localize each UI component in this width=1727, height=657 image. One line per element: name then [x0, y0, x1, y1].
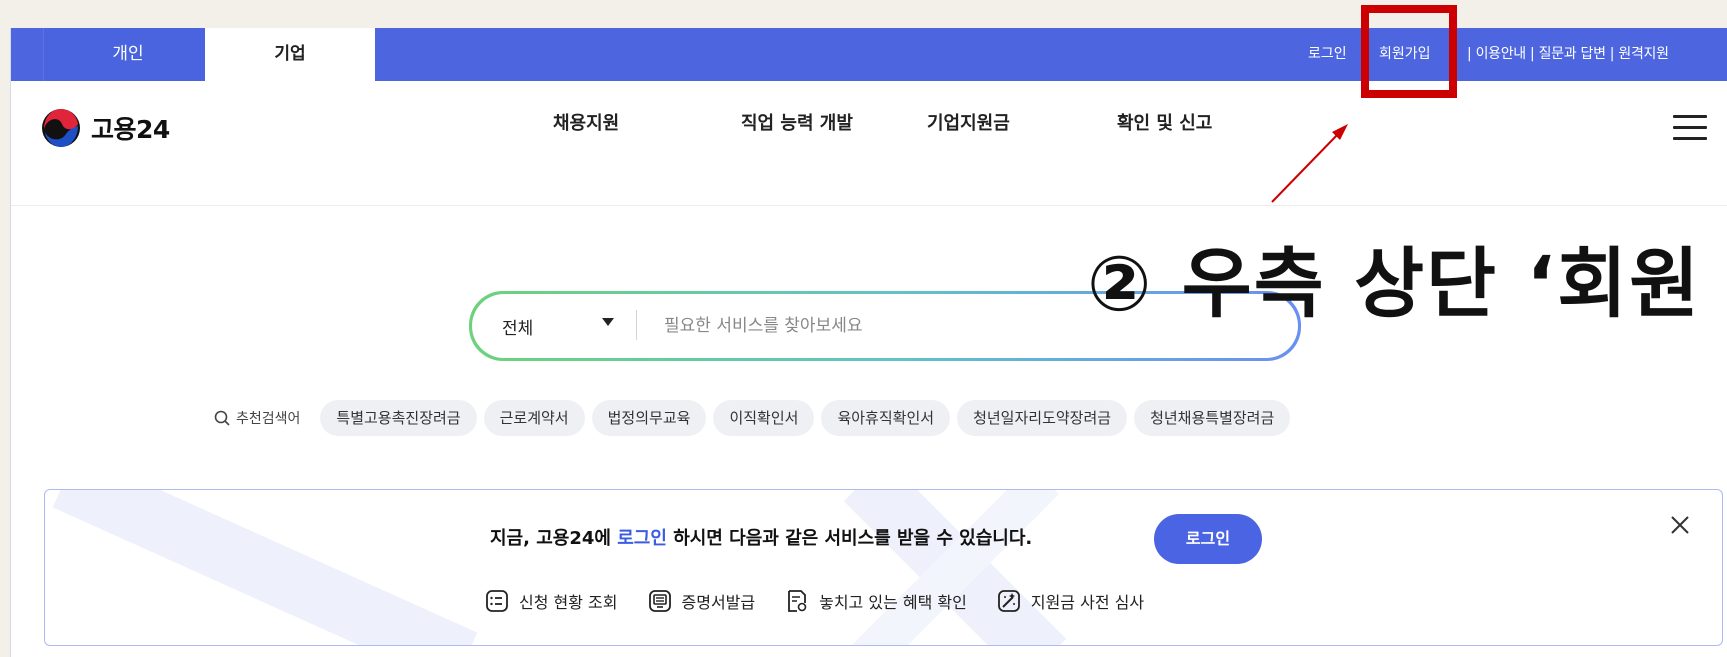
- help-links[interactable]: | 이용안내 | 질문과 답변 | 원격지원: [1467, 28, 1669, 81]
- document-search-icon: [788, 590, 807, 612]
- certificate-icon: [648, 590, 671, 612]
- annotation-arrow-icon: [1271, 124, 1348, 203]
- browser-page: 개인 기업 로그인 회원가입 | 이용안내 | 질문과 답변 | 원격지원 고용…: [10, 28, 1727, 657]
- login-promo-banner: 지금, 고용24에 로그인 하시면 다음과 같은 서비스를 받을 수 있습니다.…: [44, 489, 1723, 646]
- keyword-chip[interactable]: 근로계약서: [483, 400, 585, 436]
- tab-business[interactable]: 기업: [205, 28, 375, 81]
- keywords-label-text: 추천검색어: [236, 411, 301, 427]
- logo-text: 고용24: [91, 115, 170, 144]
- keyword-chip[interactable]: 법정의무교육: [591, 400, 707, 436]
- close-icon[interactable]: [1667, 512, 1693, 538]
- top-utility-bar: 개인 기업 로그인 회원가입 | 이용안내 | 질문과 답변 | 원격지원: [11, 28, 1727, 81]
- banner-message: 지금, 고용24에 로그인 하시면 다음과 같은 서비스를 받을 수 있습니다.: [490, 524, 1032, 550]
- service-item[interactable]: 지원금 사전 심사: [997, 589, 1144, 613]
- nav-recruit[interactable]: 채용지원: [553, 109, 619, 135]
- banner-text-before: 지금, 고용24에: [490, 528, 618, 549]
- keyword-chip[interactable]: 특별고용촉진장려금: [320, 400, 477, 436]
- login-button[interactable]: 로그인: [1154, 514, 1262, 564]
- service-list: 신청 현황 조회 증명서발급 놓치고 있는 혜택 확인 지원금 사전 심사: [485, 589, 1174, 613]
- keyword-chip[interactable]: 이직확인서: [713, 400, 815, 436]
- keyword-chip[interactable]: 청년채용특별장려금: [1134, 400, 1291, 436]
- service-item[interactable]: 신청 현황 조회: [485, 589, 618, 613]
- service-label: 증명서발급: [681, 593, 756, 612]
- signup-highlight-box: [1361, 5, 1457, 98]
- tutorial-annotation-text: ② 우측 상단 ‘회원: [1087, 239, 1702, 328]
- login-link[interactable]: 로그인: [1308, 28, 1347, 81]
- banner-decoration: [52, 490, 1067, 645]
- recommended-keywords: 추천검색어 특별고용촉진장려금 근로계약서 법정의무교육 이직확인서 육아휴직확…: [214, 400, 1297, 436]
- service-item[interactable]: 놓치고 있는 혜택 확인: [785, 589, 967, 613]
- service-item[interactable]: 증명서발급: [648, 589, 756, 613]
- main-header: 고용24 채용지원 직업 능력 개발 기업지원금 확인 및 신고: [11, 81, 1727, 206]
- tab-personal[interactable]: 개인: [43, 28, 212, 81]
- keyword-chip[interactable]: 육아휴직확인서: [821, 400, 951, 436]
- magic-wand-icon: [997, 590, 1020, 612]
- checklist-icon: [486, 590, 508, 612]
- banner-text-after: 하시면 다음과 같은 서비스를 받을 수 있습니다.: [666, 528, 1033, 549]
- keyword-chip[interactable]: 청년일자리도약장려금: [957, 400, 1128, 436]
- hamburger-menu-icon[interactable]: [1673, 115, 1707, 141]
- service-label: 놓치고 있는 혜택 확인: [819, 593, 967, 612]
- nav-verify-report[interactable]: 확인 및 신고: [1117, 109, 1212, 135]
- caret-down-icon[interactable]: [602, 318, 614, 326]
- nav-job-skills[interactable]: 직업 능력 개발: [741, 109, 853, 135]
- divider: [636, 310, 637, 340]
- nav-subsidy[interactable]: 기업지원금: [927, 109, 1010, 135]
- search-icon: [214, 410, 230, 426]
- keywords-label: 추천검색어: [214, 408, 300, 428]
- site-logo[interactable]: 고용24: [41, 104, 170, 152]
- service-label: 지원금 사전 심사: [1030, 593, 1145, 612]
- taegeuk-logo-icon: [42, 109, 80, 147]
- search-category-select[interactable]: 전체: [502, 314, 533, 339]
- banner-login-link[interactable]: 로그인: [617, 528, 667, 549]
- service-label: 신청 현황 조회: [519, 593, 618, 612]
